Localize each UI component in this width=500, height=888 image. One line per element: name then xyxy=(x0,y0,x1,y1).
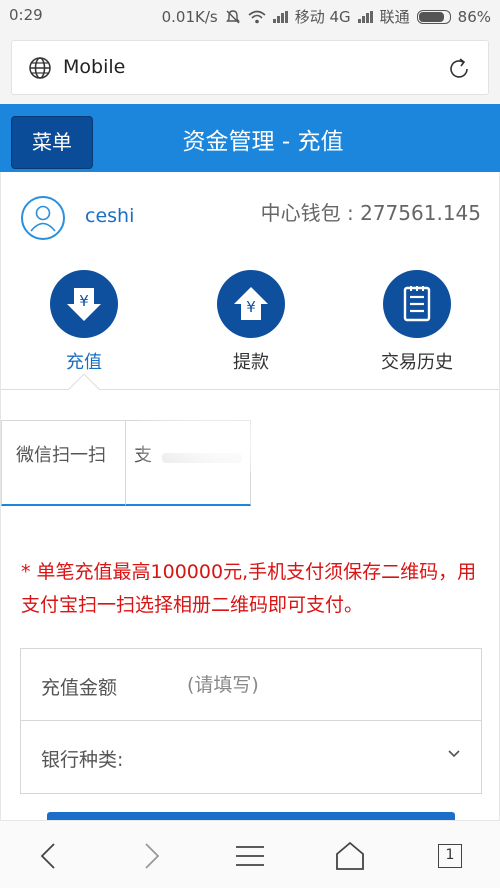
home-icon[interactable] xyxy=(333,839,367,873)
network-speed: 0.01K/s xyxy=(161,7,218,26)
bank-label: 银行种类: xyxy=(41,749,124,771)
withdraw-yen-up-icon: ¥ xyxy=(234,287,268,320)
browser-bottom-nav: 1 xyxy=(0,820,500,888)
wallet-balance: 中心钱包 : 277561.145 xyxy=(260,201,481,225)
submit-button[interactable] xyxy=(47,812,455,820)
render-artifact xyxy=(141,412,291,472)
action-deposit[interactable]: ¥ 充值 xyxy=(14,270,154,374)
back-icon[interactable] xyxy=(32,839,66,873)
avatar xyxy=(21,196,65,240)
browser-toolbar: Mobile xyxy=(0,32,500,104)
signal-icon xyxy=(272,10,288,23)
user-icon xyxy=(30,205,56,232)
status-right: 0.01K/s 移动 4G 联通 86% xyxy=(162,6,491,27)
wifi-icon xyxy=(248,10,266,23)
username: ceshi xyxy=(85,205,135,227)
chevron-down-icon[interactable] xyxy=(447,749,461,759)
transaction-history-icon xyxy=(403,286,431,322)
deposit-form: 充值金额 银行种类: xyxy=(20,648,482,794)
action-label: 提款 xyxy=(233,352,269,373)
network-carrier-2: 联通 xyxy=(379,8,410,26)
main-content: ceshi 中心钱包 : 277561.145 ¥ 充值 ¥ 提款 交易历史 微… xyxy=(0,172,500,820)
url-text[interactable]: Mobile xyxy=(63,56,125,78)
app-header: 菜单 资金管理 - 充值 xyxy=(0,104,500,172)
network-carrier-1: 移动 4G xyxy=(294,8,351,26)
address-bar[interactable]: Mobile xyxy=(11,40,489,95)
forward-icon[interactable] xyxy=(134,839,168,873)
amount-row: 充值金额 xyxy=(21,649,481,721)
fund-actions: ¥ 充值 ¥ 提款 交易历史 xyxy=(1,270,499,394)
action-label: 交易历史 xyxy=(381,352,453,373)
action-history[interactable]: 交易历史 xyxy=(347,270,487,374)
reload-icon[interactable] xyxy=(446,56,472,82)
status-time: 0:29 xyxy=(9,6,43,24)
amount-input[interactable] xyxy=(187,669,457,701)
svg-text:¥: ¥ xyxy=(79,292,89,310)
user-row: ceshi 中心钱包 : 277561.145 xyxy=(1,172,499,258)
history-circle xyxy=(383,270,451,338)
action-label: 充值 xyxy=(66,352,102,373)
signal-icon-2 xyxy=(357,10,373,23)
menu-icon[interactable] xyxy=(233,839,267,873)
svg-text:¥: ¥ xyxy=(246,298,256,316)
withdraw-circle: ¥ xyxy=(217,270,285,338)
action-withdraw[interactable]: ¥ 提款 xyxy=(181,270,321,374)
deposit-notice: * 单笔充值最高100000元,手机支付须保存二维码，用支付宝扫一扫选择相册二维… xyxy=(21,561,477,616)
bank-row[interactable]: 银行种类: xyxy=(21,721,481,793)
tabs-icon[interactable]: 1 xyxy=(438,844,462,868)
battery-percent: 86% xyxy=(457,7,491,26)
page-title: 资金管理 - 充值 xyxy=(182,129,344,155)
mute-icon xyxy=(225,9,240,23)
deposit-yen-down-icon: ¥ xyxy=(67,288,101,321)
battery-icon xyxy=(416,9,451,24)
status-bar: 0:29 0.01K/s 移动 4G 联通 86% xyxy=(0,0,500,32)
globe-icon xyxy=(29,57,51,79)
deposit-circle: ¥ xyxy=(50,270,118,338)
amount-label: 充值金额 xyxy=(41,677,118,699)
tab-wechat-scan[interactable]: 微信扫一扫 xyxy=(1,420,126,506)
